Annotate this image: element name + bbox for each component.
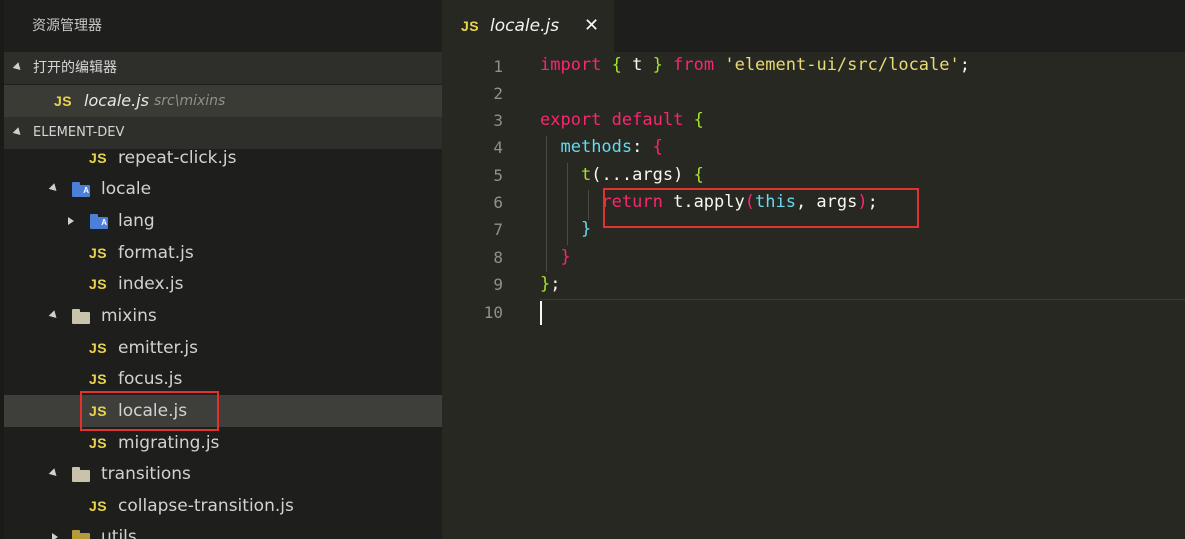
code-line-5[interactable]: t(...args) { — [540, 162, 704, 189]
ident-t: t — [621, 55, 653, 75]
tree-item-emitter[interactable]: JS emitter.js — [4, 332, 442, 364]
brace: { — [693, 110, 704, 130]
js-file-icon: JS — [89, 340, 108, 356]
locale-folder-icon — [72, 182, 90, 197]
kw-default: default — [611, 110, 684, 130]
highlight-box-code — [603, 188, 919, 228]
chevron-right-icon — [52, 533, 58, 539]
tree-item-label: transitions — [101, 464, 191, 484]
tree-item-label: index.js — [118, 274, 184, 294]
open-editors-header[interactable]: 打开的编辑器 — [4, 52, 442, 84]
line-number: 3 — [493, 111, 503, 130]
tree-item-collapse-transition[interactable]: JS collapse-transition.js — [4, 490, 442, 522]
js-file-icon: JS — [461, 18, 480, 34]
code-line-9[interactable]: }; — [540, 271, 561, 298]
fn-name: t — [580, 165, 592, 185]
open-editors-label: 打开的编辑器 — [33, 60, 117, 76]
line-number-gutter: 1 2 3 4 5 6 7 8 9 10 — [442, 52, 528, 539]
folder-open-icon — [72, 309, 90, 324]
close-icon[interactable]: ✕ — [584, 10, 599, 42]
tree-item-label: repeat-click.js — [118, 148, 237, 168]
chevron-down-icon — [48, 183, 60, 194]
open-editor-item-locale[interactable]: JS locale.js src\mixins — [4, 85, 442, 117]
line-number: 10 — [483, 303, 503, 322]
brace: { — [611, 55, 622, 75]
tab-locale-js[interactable]: JS locale.js ✕ — [442, 0, 614, 52]
js-file-icon: JS — [89, 150, 108, 166]
tree-item-label: utils — [101, 527, 137, 539]
line-number: 5 — [493, 166, 503, 185]
brace: } — [560, 247, 571, 267]
brace: { — [652, 137, 663, 157]
tree-folder-mixins[interactable]: mixins — [4, 300, 442, 332]
line-number: 9 — [493, 275, 503, 294]
code-line-7[interactable]: } — [540, 216, 591, 243]
js-file-icon: JS — [89, 276, 108, 292]
chevron-down-icon — [48, 310, 60, 321]
explorer-sidebar: 资源管理器 打开的编辑器 JS locale.js src\mixins ELE… — [0, 0, 442, 539]
tree-item-index[interactable]: JS index.js — [4, 268, 442, 300]
tree-folder-transitions[interactable]: transitions — [4, 458, 442, 490]
js-file-icon: JS — [89, 435, 108, 451]
open-editor-path: src\mixins — [154, 93, 226, 109]
lang-folder-icon — [90, 214, 108, 229]
brace: } — [540, 274, 551, 294]
tree-item-repeat-click[interactable]: JS repeat-click.js — [4, 142, 442, 174]
tree-item-label: collapse-transition.js — [118, 496, 294, 516]
tree-item-label: locale — [101, 179, 152, 199]
line-number: 2 — [493, 84, 503, 103]
tree-item-format[interactable]: JS format.js — [4, 237, 442, 269]
utils-folder-icon — [72, 530, 90, 539]
line-number: 1 — [493, 57, 503, 76]
js-file-icon: JS — [54, 93, 73, 109]
brace: } — [580, 219, 592, 239]
folder-open-icon — [72, 467, 90, 482]
semicolon: ; — [550, 274, 561, 294]
tree-item-label: format.js — [118, 243, 194, 263]
string-module-path: 'element-ui/src/locale' — [724, 55, 960, 75]
project-label: ELEMENT-DEV — [33, 125, 125, 140]
chevron-right-icon — [68, 217, 74, 225]
kw-import: import — [540, 55, 602, 75]
brace: } — [652, 55, 663, 75]
code-line-8[interactable]: } — [540, 244, 571, 271]
tree-item-focus[interactable]: JS focus.js — [4, 363, 442, 395]
chevron-down-icon — [12, 127, 24, 138]
kw-from: from — [673, 55, 715, 75]
colon: : — [632, 137, 653, 157]
chevron-down-icon — [12, 62, 24, 73]
code-line-3[interactable]: export default { — [540, 107, 704, 134]
text-cursor — [540, 301, 542, 325]
tree-folder-utils[interactable]: utils — [4, 521, 442, 539]
tree-item-label: mixins — [101, 306, 157, 326]
tree-folder-lang[interactable]: lang — [4, 205, 442, 237]
tree-item-migrating[interactable]: JS migrating.js — [4, 427, 442, 459]
kw-export: export — [540, 110, 602, 130]
highlight-box-sidebar — [80, 391, 219, 431]
code-line-1[interactable]: import { t } from 'element-ui/src/locale… — [540, 52, 970, 79]
semicolon: ; — [959, 55, 970, 75]
tree-item-locale-selected[interactable]: JS locale.js — [4, 395, 442, 427]
tree-item-label: migrating.js — [118, 433, 220, 453]
tree-folder-locale[interactable]: locale — [4, 173, 442, 205]
chevron-down-icon — [48, 468, 60, 479]
tree-item-label: lang — [118, 211, 155, 231]
line-number: 7 — [493, 220, 503, 239]
tree-item-label: emitter.js — [118, 338, 198, 358]
js-file-icon: JS — [89, 245, 108, 261]
explorer-title: 资源管理器 — [32, 18, 102, 34]
brace: { — [683, 165, 704, 185]
line-number: 6 — [493, 193, 503, 212]
line-number: 4 — [493, 138, 503, 157]
line-number: 8 — [493, 248, 503, 267]
editor-tab-bar: JS locale.js ✕ — [442, 0, 1185, 52]
code-line-4[interactable]: methods: { — [540, 134, 663, 161]
current-line-highlight — [540, 299, 1185, 300]
js-file-icon: JS — [89, 498, 108, 514]
open-editor-filename: locale.js — [84, 91, 149, 110]
tab-label: locale.js — [490, 16, 560, 36]
prop-methods: methods — [560, 137, 633, 157]
params: (...args) — [591, 165, 684, 185]
